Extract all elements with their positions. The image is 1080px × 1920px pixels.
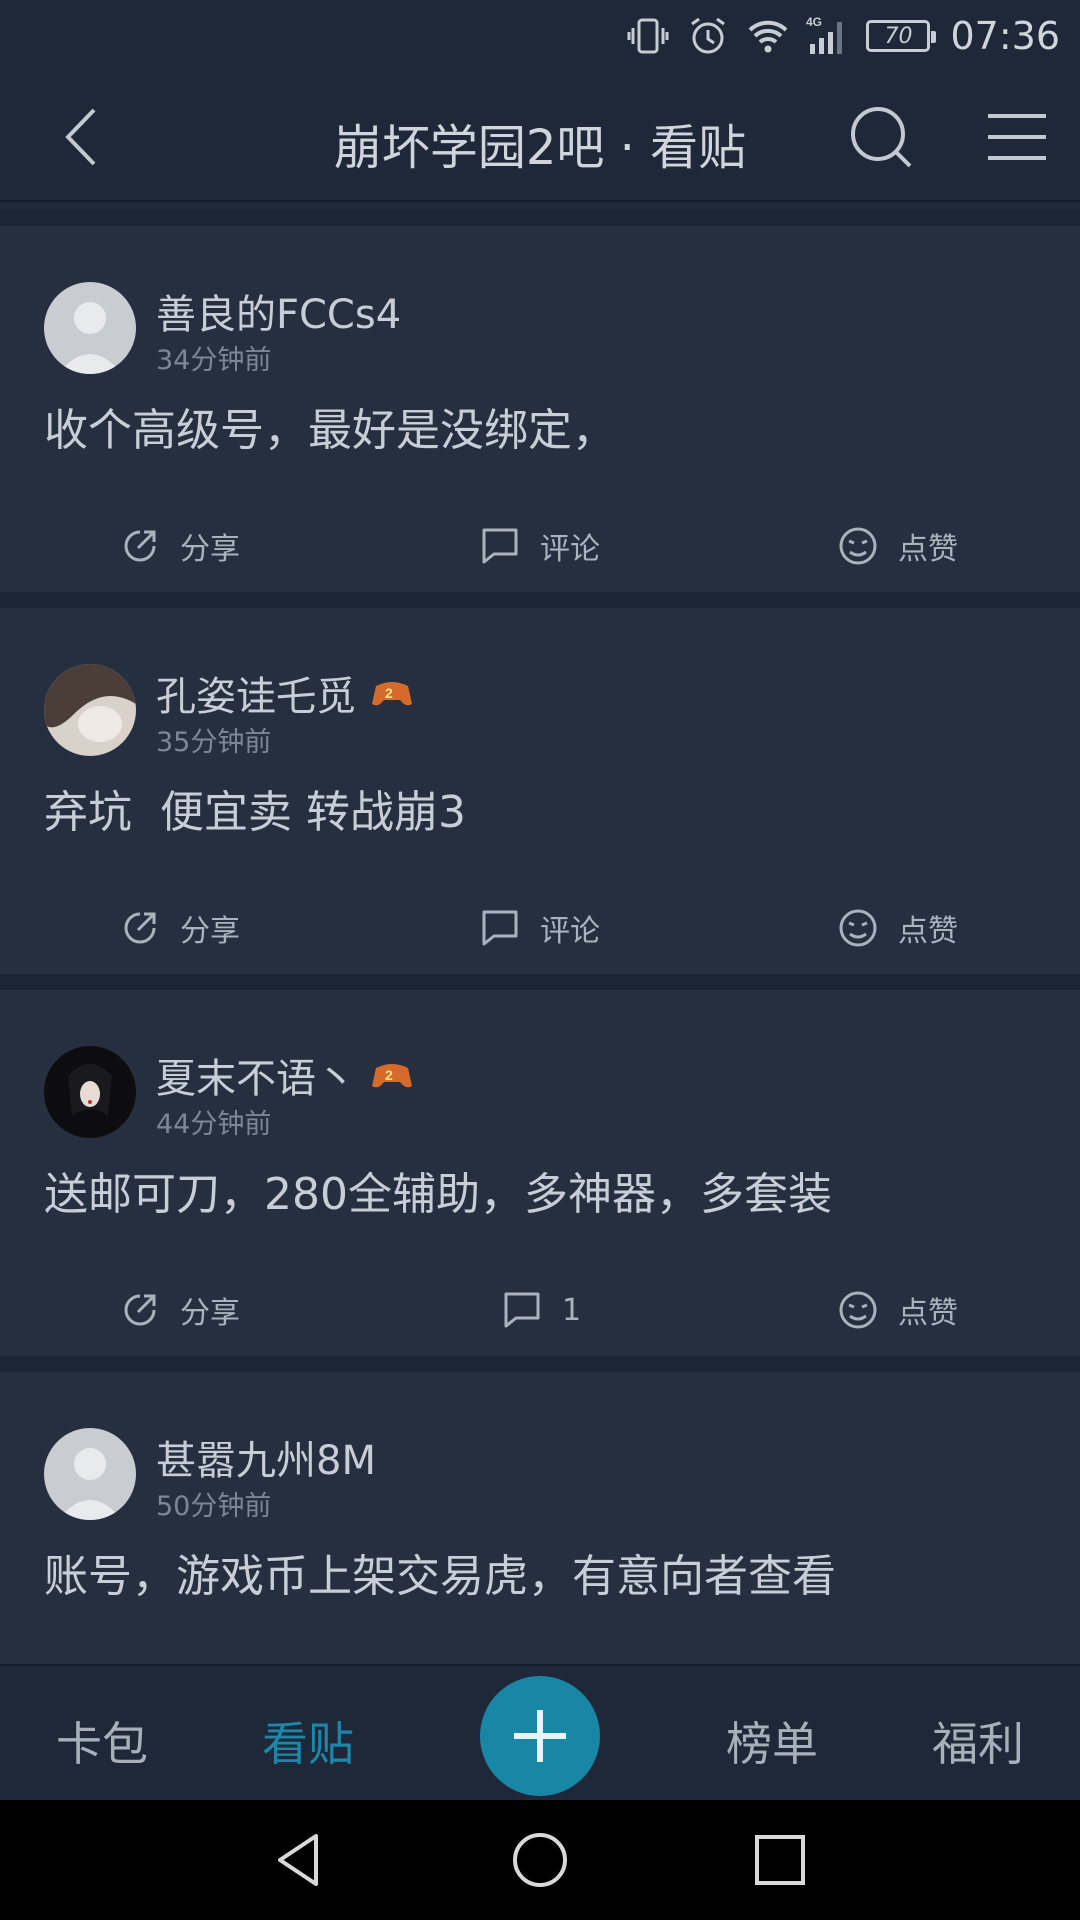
bottom-tab-bar: 卡包 看贴 榜单 福利	[0, 1664, 1080, 1800]
like-label: 点赞	[898, 1296, 958, 1331]
tab-kabao[interactable]: 卡包	[56, 1708, 148, 1774]
share-button[interactable]: 分享	[118, 898, 240, 958]
menu-icon	[988, 114, 1046, 160]
comment-button[interactable]: 1	[500, 1280, 581, 1340]
page-title: 崩坏学园2吧 · 看贴	[333, 120, 747, 176]
like-face-icon	[839, 909, 877, 947]
post-text[interactable]: 弃坑 便宜卖 转战崩3	[44, 776, 466, 840]
share-icon	[124, 530, 156, 562]
avatar[interactable]	[44, 1046, 136, 1138]
post-time: 35分钟前	[156, 727, 272, 758]
like-button[interactable]: 点赞	[836, 516, 958, 576]
tab-kantie-active[interactable]: 看贴	[262, 1708, 354, 1774]
username-text[interactable]: 善良的FCCs4	[156, 282, 401, 340]
like-label: 点赞	[898, 914, 958, 949]
post-card[interactable]: 夏末不语丶 2 44分钟前 送邮可刀，280全辅助，多神器，多套装 分享 1 点…	[0, 990, 1080, 1356]
divider	[0, 974, 1080, 990]
status-time: 07:36	[950, 14, 1060, 58]
share-button[interactable]: 分享	[118, 1280, 240, 1340]
tab-bangdan[interactable]: 榜单	[726, 1708, 818, 1774]
battery-level: 70	[884, 23, 913, 49]
comment-label: 评论	[540, 914, 600, 949]
comment-button[interactable]: 评论	[478, 898, 600, 958]
post-actions: 分享 评论 点赞	[0, 516, 1080, 576]
avatar[interactable]	[44, 1428, 136, 1520]
post-time: 34分钟前	[156, 345, 272, 376]
nav-recent-icon	[755, 1835, 805, 1885]
like-face-icon	[839, 1291, 877, 1329]
post-text[interactable]: 收个高级号，最好是没绑定，	[44, 394, 616, 458]
post-text[interactable]: 送邮可刀，280全辅助，多神器，多套装	[44, 1158, 832, 1222]
plus-icon	[514, 1710, 566, 1762]
post-actions: 分享 评论 点赞	[0, 898, 1080, 958]
new-post-button[interactable]	[480, 1676, 600, 1796]
username[interactable]: 孔姿诖乇觅 2	[156, 664, 414, 722]
post-time: 44分钟前	[156, 1109, 272, 1140]
comment-icon	[482, 528, 518, 564]
system-nav-bar	[0, 1800, 1080, 1920]
search-button[interactable]	[846, 102, 916, 172]
menu-button[interactable]	[982, 102, 1052, 172]
gamepad-badge-icon: 2	[372, 1064, 412, 1088]
post-feed: 善良的FCCs4 34分钟前 收个高级号，最好是没绑定， 分享 评论 点赞 孔姿…	[0, 210, 1080, 1738]
comment-icon	[482, 910, 518, 946]
username[interactable]: 夏末不语丶 2	[156, 1046, 414, 1104]
search-icon	[851, 107, 912, 168]
post-text[interactable]: 账号，游戏币上架交易虎，有意向者查看	[44, 1540, 836, 1604]
nav-recent-button[interactable]	[750, 1830, 810, 1890]
share-icon	[124, 912, 156, 944]
share-label: 分享	[180, 1296, 240, 1331]
comment-label: 评论	[540, 532, 600, 567]
post-card[interactable]: 孔姿诖乇觅 2 35分钟前 弃坑 便宜卖 转战崩3 分享 评论 点赞	[0, 608, 1080, 974]
vibrate-icon	[626, 14, 670, 58]
post-time: 50分钟前	[156, 1491, 272, 1522]
post-actions: 分享 1 点赞	[0, 1280, 1080, 1340]
comment-count: 1	[562, 1292, 582, 1328]
like-label: 点赞	[898, 532, 958, 567]
nav-back-icon	[278, 1834, 318, 1886]
username-text[interactable]: 甚嚣九州8M	[156, 1428, 376, 1486]
share-button[interactable]: 分享	[118, 516, 240, 576]
tab-fuli[interactable]: 福利	[932, 1708, 1024, 1774]
share-label: 分享	[180, 532, 240, 567]
like-button[interactable]: 点赞	[836, 898, 958, 958]
status-bar: 4G 70 07:36	[0, 0, 1080, 72]
comment-icon	[504, 1292, 540, 1328]
svg-text:4G: 4G	[806, 15, 822, 29]
divider	[0, 210, 1080, 226]
svg-text:2: 2	[385, 1067, 393, 1083]
wifi-icon	[746, 14, 790, 58]
comment-button[interactable]: 评论	[478, 516, 600, 576]
username[interactable]: 甚嚣九州8M	[156, 1428, 376, 1486]
nav-home-button[interactable]	[510, 1830, 570, 1890]
username[interactable]: 善良的FCCs4	[156, 282, 401, 340]
gamepad-badge-icon: 2	[372, 682, 412, 706]
avatar[interactable]	[44, 664, 136, 756]
nav-home-icon	[513, 1833, 567, 1887]
signal-4g-icon: 4G	[806, 14, 850, 58]
app-header: 崩坏学园2吧 · 看贴	[0, 72, 1080, 202]
share-label: 分享	[180, 914, 240, 949]
divider	[0, 1356, 1080, 1372]
like-face-icon	[839, 527, 877, 565]
nav-back-button[interactable]	[270, 1830, 330, 1890]
post-card[interactable]: 善良的FCCs4 34分钟前 收个高级号，最好是没绑定， 分享 评论 点赞	[0, 226, 1080, 592]
alarm-icon	[686, 14, 730, 58]
svg-text:2: 2	[385, 685, 393, 701]
username-text[interactable]: 夏末不语丶	[156, 1046, 356, 1104]
avatar[interactable]	[44, 282, 136, 374]
like-button[interactable]: 点赞	[836, 1280, 958, 1340]
share-icon	[124, 1294, 156, 1326]
battery-indicator: 70	[866, 20, 937, 52]
username-text[interactable]: 孔姿诖乇觅	[156, 664, 356, 722]
divider	[0, 592, 1080, 608]
